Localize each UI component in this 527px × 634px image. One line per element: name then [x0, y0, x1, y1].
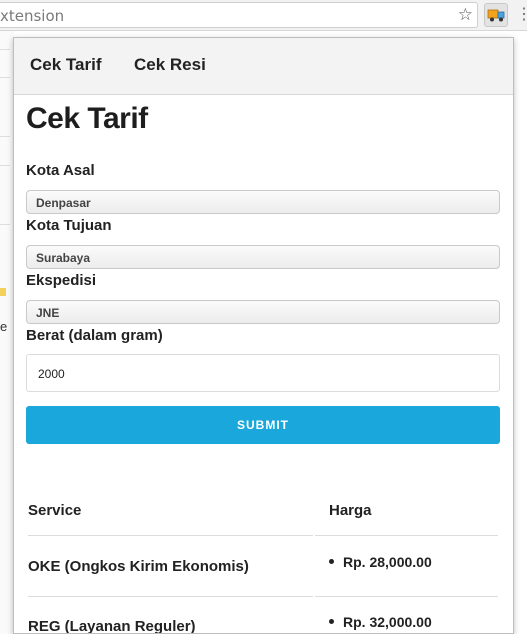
service-cell: REG (Layanan Reguler): [28, 618, 196, 634]
page-title: Cek Tarif: [26, 102, 148, 135]
page-behind-text: e: [0, 319, 8, 334]
row-divider: [315, 535, 498, 536]
divider: [0, 224, 10, 225]
origin-label: Kota Asal: [26, 162, 95, 179]
divider: [0, 49, 10, 50]
row-divider: [315, 596, 498, 597]
truck-icon[interactable]: [484, 3, 508, 27]
star-icon[interactable]: ☆: [458, 4, 473, 26]
browser-toolbar: xtension ☆ ⋮: [0, 0, 527, 31]
navbar: Cek Tarif Cek Resi: [14, 38, 513, 95]
background-page: e: [0, 31, 14, 634]
price-value: Rp. 28,000.00: [343, 554, 432, 570]
divider: [0, 77, 10, 78]
address-text: xtension: [0, 7, 65, 25]
destination-label: Kota Tujuan: [26, 217, 112, 234]
nav-cek-tarif[interactable]: Cek Tarif: [30, 55, 102, 75]
bullet-icon: [329, 618, 334, 624]
divider: [0, 165, 10, 166]
weight-input[interactable]: 2000: [26, 354, 500, 392]
truck-icon-graphic: [487, 9, 505, 22]
column-header-harga: Harga: [329, 502, 372, 519]
divider: [0, 136, 10, 137]
weight-label: Berat (dalam gram): [26, 327, 163, 344]
column-header-service: Service: [28, 502, 82, 519]
destination-select[interactable]: Surabaya: [26, 245, 500, 269]
courier-label: Ekspedisi: [26, 272, 97, 289]
price-cell: Rp. 32,000.00: [329, 614, 432, 630]
row-divider: [28, 535, 313, 536]
courier-select[interactable]: JNE: [26, 300, 500, 324]
bullet-icon: [329, 558, 334, 564]
extension-popup: Cek Tarif Cek Resi Cek Tarif Kota Asal D…: [13, 37, 514, 634]
row-divider: [28, 596, 313, 597]
kebab-menu-icon[interactable]: ⋮: [516, 4, 527, 26]
price-cell: Rp. 28,000.00: [329, 554, 432, 570]
origin-select[interactable]: Denpasar: [26, 190, 500, 214]
nav-cek-resi[interactable]: Cek Resi: [134, 55, 206, 75]
price-value: Rp. 32,000.00: [343, 614, 432, 630]
highlight-mark: [0, 288, 6, 296]
service-cell: OKE (Ongkos Kirim Ekonomis): [28, 558, 249, 575]
address-bar[interactable]: xtension ☆: [0, 2, 478, 28]
submit-button[interactable]: SUBMIT: [26, 406, 500, 444]
